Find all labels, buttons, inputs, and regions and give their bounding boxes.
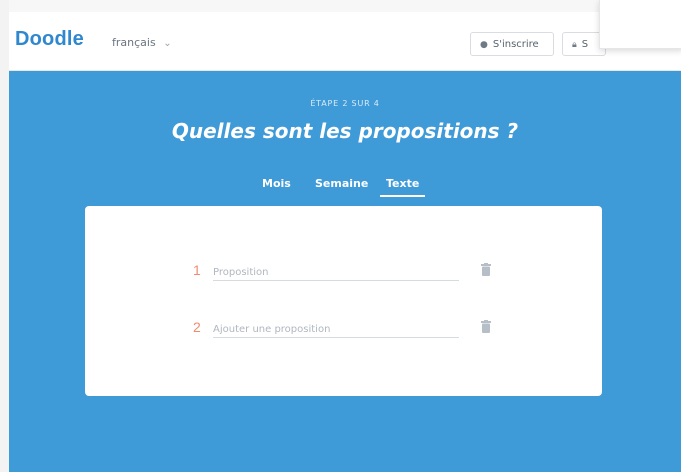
tab-mois[interactable]: Mois <box>262 177 291 190</box>
option-input[interactable] <box>213 264 459 281</box>
signup-button[interactable]: ● S'inscrire <box>470 32 554 56</box>
option-input[interactable] <box>213 321 459 338</box>
window-edge <box>0 0 9 472</box>
top-header: Doodle français ⌄ ● S'inscrire 🔒︎ S <box>9 12 681 71</box>
lock-icon: 🔒︎ <box>572 40 577 50</box>
doodle-logo[interactable]: Doodle <box>15 28 84 51</box>
chevron-down-icon: ⌄ <box>163 38 172 49</box>
trash-icon[interactable] <box>481 320 491 333</box>
user-icon: ● <box>480 40 488 50</box>
option-number: 2 <box>193 319 201 335</box>
page-title: Quelles sont les propositions ? <box>171 119 519 143</box>
top-strip <box>9 0 681 12</box>
dropdown-popup <box>599 0 681 49</box>
options-card: 1 2 <box>85 206 602 396</box>
step-indicator: ÉTAPE 2 SUR 4 <box>310 99 380 108</box>
option-number: 1 <box>193 262 201 278</box>
hero-panel: ÉTAPE 2 SUR 4 Quelles sont les propositi… <box>9 71 681 472</box>
login-label: S <box>581 39 589 50</box>
language-selector[interactable]: français ⌄ <box>112 36 172 49</box>
trash-icon[interactable] <box>481 263 491 276</box>
tab-texte[interactable]: Texte <box>380 177 426 197</box>
tab-semaine[interactable]: Semaine <box>315 177 368 190</box>
language-label: français <box>112 36 156 49</box>
signup-label: S'inscrire <box>492 39 539 50</box>
